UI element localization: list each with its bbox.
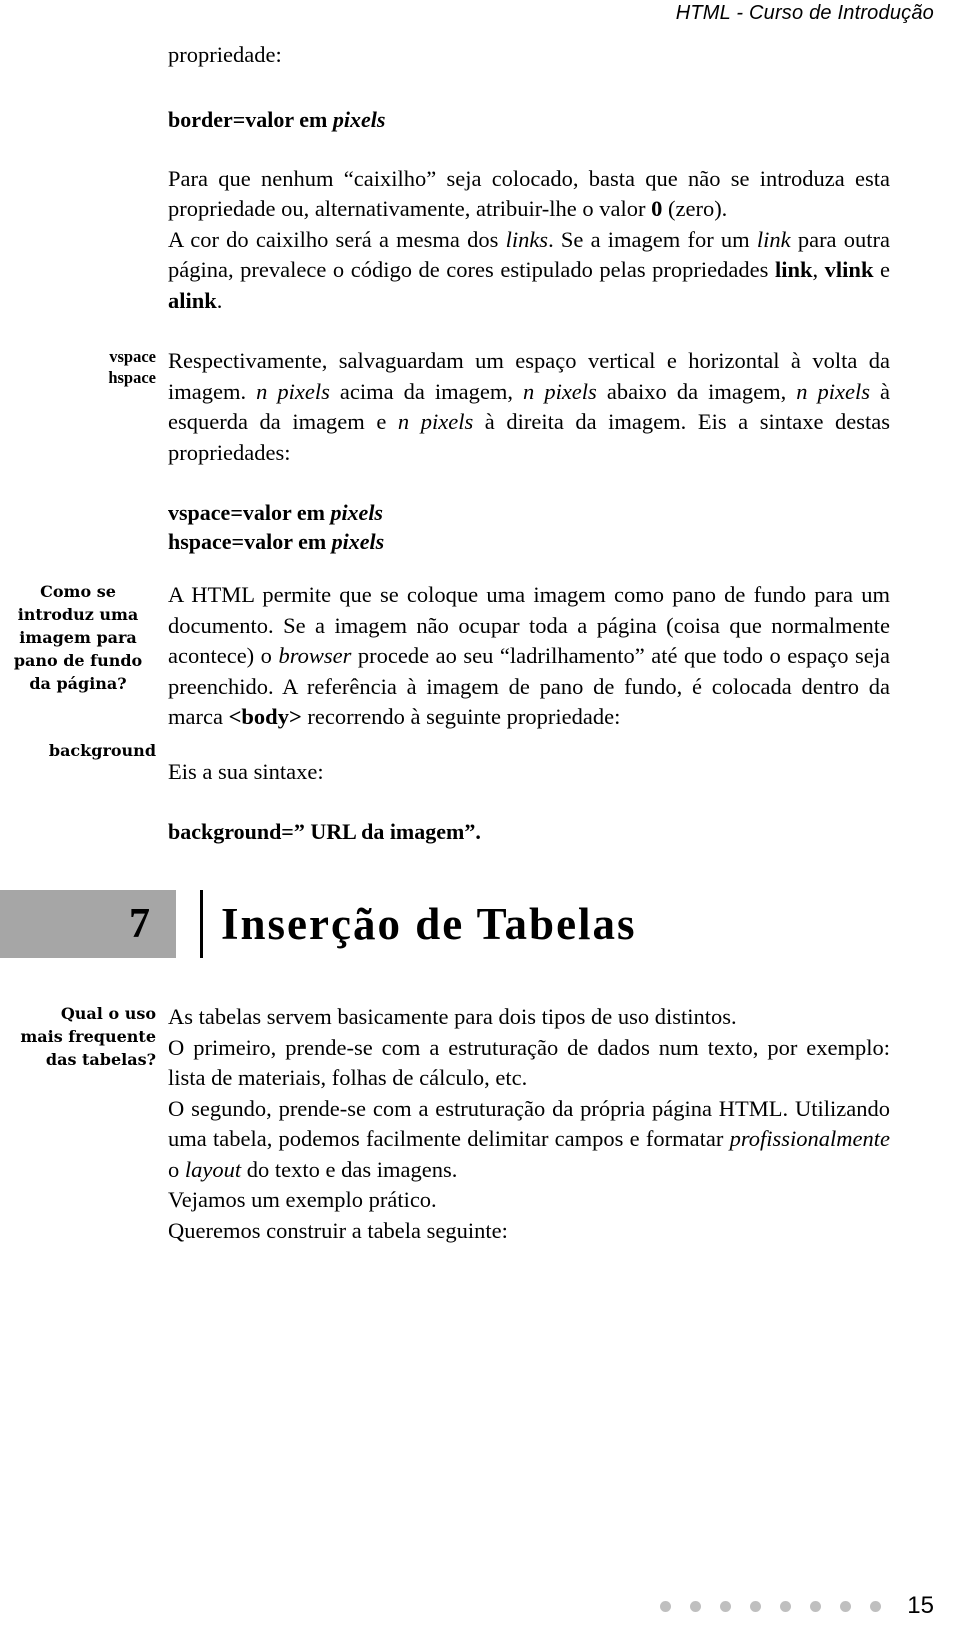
border-p2-it1: links bbox=[505, 226, 549, 252]
background-p-bold1: <body> bbox=[228, 704, 302, 729]
border-p2-d: , bbox=[812, 257, 825, 282]
section-tables: Qual o uso mais frequente das tabelas? A… bbox=[0, 1002, 960, 1246]
chapter-gap bbox=[176, 890, 200, 958]
border-paragraph-2: A cor do caixilho será a mesma dos links… bbox=[168, 225, 890, 317]
border-p2-it2: link bbox=[756, 226, 791, 252]
vspace-p-it4: n pixels bbox=[397, 409, 474, 434]
vspace-body: Respectivamente, salvaguardam um espaço … bbox=[168, 346, 928, 556]
border-p2-b: . Se a imagem for um bbox=[548, 226, 757, 252]
margin-note-background-l2: introduz uma bbox=[17, 605, 139, 624]
margin-note-background-l4: pano de fundo bbox=[13, 651, 143, 670]
tables-line-3: O segundo, prende-se com a estruturação … bbox=[168, 1094, 890, 1186]
hspace-syntax-italic: pixels bbox=[331, 529, 385, 554]
vspace-syntax-prefix: vspace=valor em bbox=[168, 500, 331, 525]
border-syntax-prefix: border=valor em bbox=[168, 106, 333, 132]
tables-l3-it2: layout bbox=[184, 1156, 242, 1182]
tables-body: As tabelas servem basicamente para dois … bbox=[168, 1002, 928, 1246]
footer-dot bbox=[750, 1600, 762, 1612]
margin-note-hspace: hspace bbox=[108, 368, 156, 387]
background-p-it1: browser bbox=[278, 643, 352, 668]
border-p2-f: . bbox=[216, 287, 223, 313]
gutter-vspace-hspace: vspace hspace bbox=[0, 346, 168, 388]
border-p2-a: A cor do caixilho será a mesma dos bbox=[168, 226, 506, 252]
margin-note-background-property: background bbox=[48, 741, 156, 760]
footer-dot bbox=[840, 1600, 852, 1612]
hspace-syntax-prefix: hspace=valor em bbox=[168, 529, 332, 554]
vspace-p-b: acima da imagem, bbox=[329, 378, 524, 404]
footer-dot bbox=[870, 1600, 882, 1612]
background-syntax: background=” URL da imagem”. bbox=[168, 819, 481, 844]
tables-line-4: Vejamos um exemplo prático. bbox=[168, 1187, 437, 1212]
page-footer: 15 bbox=[0, 1594, 960, 1618]
background-body: A HTML permite que se coloque uma imagem… bbox=[168, 580, 928, 846]
tables-line-1: As tabelas servem basicamente para dois … bbox=[168, 1004, 737, 1029]
footer-dot bbox=[690, 1600, 702, 1612]
tables-line-2: O primeiro, prende-se com a estruturação… bbox=[168, 1034, 890, 1091]
tables-l3-it1: profissionalmente bbox=[729, 1126, 890, 1151]
vspace-p-it3: n pixels bbox=[796, 378, 870, 404]
border-paragraph-1: Para que nenhum “caixilho” seja colocado… bbox=[168, 164, 890, 225]
border-p2-bold3: alink bbox=[168, 287, 217, 313]
page-sheet: propriedade: border=valor em pixels Para… bbox=[0, 40, 960, 1246]
footer-dot bbox=[810, 1600, 822, 1612]
border-syntax-italic: pixels bbox=[332, 106, 386, 132]
vspace-paragraph: Respectivamente, salvaguardam um espaço … bbox=[168, 346, 890, 468]
background-p-c: recorrendo à seguinte propriedade: bbox=[301, 704, 621, 729]
margin-note-tables-l3: das tabelas? bbox=[45, 1050, 156, 1069]
border-p1-b: (zero). bbox=[662, 196, 728, 221]
hspace-syntax: hspace=valor em pixels bbox=[168, 527, 890, 556]
gutter-background: Como se introduz uma imagem para pano de… bbox=[0, 580, 168, 762]
border-p2-bold2: vlink bbox=[824, 257, 874, 282]
vspace-p-it1: n pixels bbox=[256, 378, 330, 404]
chapter-heading: 7 Inserção de Tabelas bbox=[0, 890, 960, 958]
section-vspace-hspace: vspace hspace Respectivamente, salvaguar… bbox=[0, 346, 960, 556]
border-p1-bold: 0 bbox=[651, 196, 663, 221]
border-p2-e: e bbox=[873, 257, 891, 282]
footer-dot bbox=[780, 1600, 792, 1612]
margin-note-vspace: vspace bbox=[109, 347, 156, 366]
footer-dot bbox=[660, 1600, 672, 1612]
section-background: Como se introduz uma imagem para pano de… bbox=[0, 580, 960, 846]
border-body: propriedade: border=valor em pixels Para… bbox=[168, 40, 928, 316]
margin-note-background-l5: da página? bbox=[29, 674, 127, 693]
tables-l3-c: do texto e das imagens. bbox=[241, 1156, 458, 1182]
margin-note-tables-l1: Qual o uso bbox=[60, 1004, 156, 1023]
vspace-syntax-italic: pixels bbox=[330, 500, 383, 525]
page-header-title: HTML - Curso de Introdução bbox=[675, 2, 934, 24]
gutter-tables: Qual o uso mais frequente das tabelas? bbox=[0, 1002, 168, 1071]
border-p1-a: Para que nenhum “caixilho” seja colocado… bbox=[168, 165, 890, 222]
footer-dot bbox=[720, 1600, 732, 1612]
chapter-number: 7 bbox=[129, 901, 150, 947]
section-border: propriedade: border=valor em pixels Para… bbox=[0, 40, 960, 316]
footer-dot-row bbox=[660, 1600, 882, 1612]
chapter-number-box: 7 bbox=[0, 890, 176, 958]
background-paragraph: A HTML permite que se coloque uma imagem… bbox=[168, 580, 890, 733]
vspace-p-it2: n pixels bbox=[523, 378, 597, 404]
margin-note-background-l1: Como se bbox=[40, 582, 116, 601]
margin-note-tables-l2: mais frequente bbox=[20, 1027, 156, 1046]
border-p2-bold1: link bbox=[774, 257, 813, 282]
page-number: 15 bbox=[907, 1592, 934, 1619]
margin-note-background-l3: imagem para bbox=[19, 628, 137, 647]
border-lead-label: propriedade: bbox=[168, 42, 282, 67]
background-syntax-lead: Eis a sua sintaxe: bbox=[168, 758, 324, 784]
vspace-p-c: abaixo da imagem, bbox=[596, 378, 797, 404]
tables-l3-b: o bbox=[168, 1156, 185, 1182]
border-syntax: border=valor em pixels bbox=[168, 105, 890, 134]
vspace-syntax: vspace=valor em pixels bbox=[168, 498, 890, 527]
chapter-title: Inserção de Tabelas bbox=[221, 899, 637, 949]
tables-line-5: Queremos construir a tabela seguinte: bbox=[168, 1217, 508, 1243]
